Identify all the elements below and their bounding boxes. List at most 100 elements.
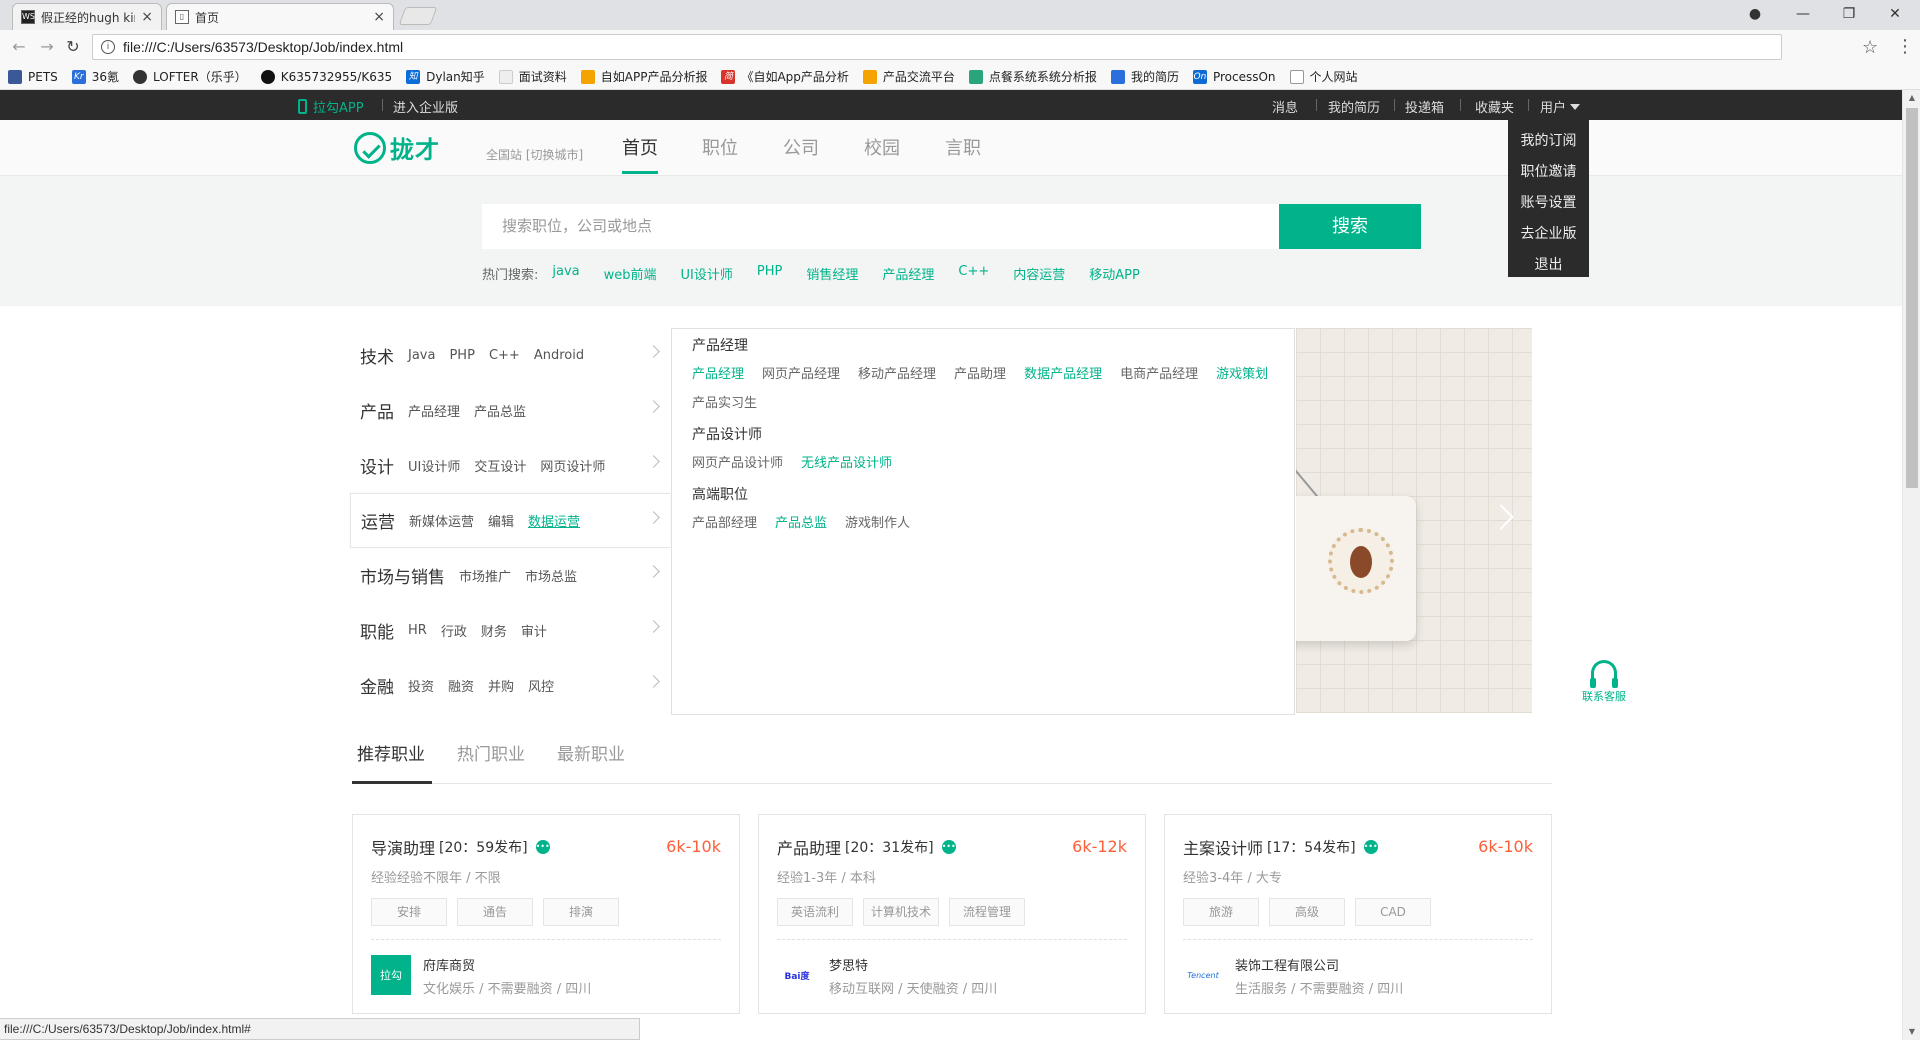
panel-link[interactable]: 产品部经理 xyxy=(692,512,757,531)
panel-link[interactable]: 移动产品经理 xyxy=(858,363,936,382)
bookmark-item[interactable]: 我的简历 xyxy=(1110,68,1179,85)
enterprise-link[interactable]: 进入企业版 xyxy=(393,97,458,116)
menu-item-account-settings[interactable]: 账号设置 xyxy=(1508,188,1589,219)
bookmark-item[interactable]: Kr 36氪 xyxy=(71,68,119,85)
search-input[interactable]: 搜索职位，公司或地点 xyxy=(482,204,1279,249)
my-resume-link[interactable]: 我的简历 xyxy=(1328,97,1380,116)
job-card[interactable]: 主案设计师 [17：54发布] ••• 6k-10k 经验3-4年 / 大专 旅… xyxy=(1164,814,1552,1014)
tab-hot[interactable]: 热门职业 xyxy=(457,740,525,765)
menu-item-invitations[interactable]: 职位邀请 xyxy=(1508,157,1589,188)
company-name[interactable]: 装饰工程有限公司 xyxy=(1235,955,1403,974)
company-logo[interactable]: Bai度 xyxy=(777,955,817,995)
category-tech[interactable]: 技术 Java PHP C++ Android xyxy=(350,328,670,383)
panel-link[interactable]: 游戏策划 xyxy=(1216,363,1268,382)
chat-icon[interactable]: ••• xyxy=(535,840,550,854)
job-card[interactable]: 产品助理 [20：31发布] ••• 6k-12k 经验1-3年 / 本科 英语… xyxy=(758,814,1146,1014)
menu-item-enterprise[interactable]: 去企业版 xyxy=(1508,219,1589,250)
panel-link[interactable]: 数据产品经理 xyxy=(1024,363,1102,382)
hot-keyword[interactable]: PHP xyxy=(757,264,782,283)
menu-item-subscriptions[interactable]: 我的订阅 xyxy=(1508,126,1589,157)
hot-keyword[interactable]: 移动APP xyxy=(1089,264,1140,283)
nav-forum[interactable]: 言职 xyxy=(945,134,981,160)
nav-companies[interactable]: 公司 xyxy=(783,134,819,160)
bookmark-item[interactable]: PETS xyxy=(8,69,58,84)
scroll-up-icon[interactable]: ▲ xyxy=(1903,90,1920,106)
site-logo[interactable]: 拢才 xyxy=(354,130,440,165)
category-finance[interactable]: 金融 投资 融资 并购 风控 xyxy=(350,658,670,713)
hot-keyword[interactable]: 产品经理 xyxy=(882,264,934,283)
category-operations[interactable]: 运营 新媒体运营 编辑 数据运营 xyxy=(350,493,670,548)
scroll-down-icon[interactable]: ▼ xyxy=(1903,1024,1920,1040)
category-functions[interactable]: 职能 HR 行政 财务 审计 xyxy=(350,603,670,658)
close-icon[interactable]: × xyxy=(373,9,385,25)
bookmark-item[interactable]: On ProcessOn xyxy=(1192,69,1276,84)
category-design[interactable]: 设计 UI设计师 交互设计 网页设计师 xyxy=(350,438,670,493)
company-name[interactable]: 梦思特 xyxy=(829,955,997,974)
banner-carousel[interactable] xyxy=(1296,328,1532,713)
messages-link[interactable]: 消息 xyxy=(1272,97,1298,116)
hot-keyword[interactable]: web前端 xyxy=(604,264,657,283)
panel-link[interactable]: 产品实习生 xyxy=(692,392,757,411)
bookmark-item[interactable]: LOFTER（乐乎） xyxy=(133,68,247,85)
tab-profile[interactable]: WS 假正经的hugh kim的个人 × xyxy=(12,3,162,30)
chat-icon[interactable]: ••• xyxy=(1363,840,1378,854)
page-scrollbar[interactable]: ▲ ▼ xyxy=(1902,90,1920,1040)
nav-home[interactable]: 首页 xyxy=(622,134,658,160)
bookmark-star-icon[interactable]: ☆ xyxy=(1862,37,1878,58)
window-close-icon[interactable]: ✕ xyxy=(1872,0,1918,28)
favorites-link[interactable]: 收藏夹 xyxy=(1475,97,1514,116)
nav-jobs[interactable]: 职位 xyxy=(702,134,738,160)
panel-link[interactable]: 产品总监 xyxy=(775,512,827,531)
bookmark-item[interactable]: 点餐系统系统分析报 xyxy=(968,68,1097,85)
search-button[interactable]: 搜索 xyxy=(1279,204,1421,249)
account-icon[interactable]: ● xyxy=(1732,0,1778,28)
menu-item-logout[interactable]: 退出 xyxy=(1508,250,1589,281)
customer-service[interactable]: 联系客服 xyxy=(1574,660,1634,704)
hot-keyword[interactable]: 内容运营 xyxy=(1013,264,1065,283)
chat-icon[interactable]: ••• xyxy=(941,840,956,854)
company-logo[interactable]: Tencent xyxy=(1183,955,1223,995)
forward-arrow-icon[interactable]: → xyxy=(36,36,58,58)
tab-latest[interactable]: 最新职业 xyxy=(557,740,625,765)
tab-recommended[interactable]: 推荐职业 xyxy=(357,740,425,765)
panel-link[interactable]: 网页产品经理 xyxy=(762,363,840,382)
panel-link[interactable]: 游戏制作人 xyxy=(845,512,910,531)
user-menu-button[interactable]: 用户 xyxy=(1540,97,1581,116)
job-title[interactable]: 导演助理 xyxy=(371,835,435,859)
job-title[interactable]: 主案设计师 xyxy=(1183,835,1263,859)
minimize-icon[interactable]: — xyxy=(1780,0,1826,28)
scroll-thumb[interactable] xyxy=(1906,108,1918,488)
hot-keyword[interactable]: java xyxy=(552,264,579,283)
category-product[interactable]: 产品 产品经理 产品总监 xyxy=(350,383,670,438)
browser-menu-icon[interactable]: ⋮ xyxy=(1896,36,1914,57)
panel-link[interactable]: 产品经理 xyxy=(692,363,744,382)
bookmark-item[interactable]: K635732955/K635 xyxy=(260,69,392,84)
tab-home[interactable]: ▯ 首页 × xyxy=(166,3,394,30)
hot-keyword[interactable]: UI设计师 xyxy=(681,264,733,283)
nav-campus[interactable]: 校园 xyxy=(864,134,900,160)
panel-link[interactable]: 电商产品经理 xyxy=(1120,363,1198,382)
reload-icon[interactable]: ↻ xyxy=(62,36,84,58)
category-marketing[interactable]: 市场与销售 市场推广 市场总监 xyxy=(350,548,670,603)
url-input[interactable]: i file:///C:/Users/63573/Desktop/Job/ind… xyxy=(92,34,1782,60)
app-download-link[interactable]: 拉勾APP xyxy=(298,97,364,116)
panel-link[interactable]: 网页产品设计师 xyxy=(692,452,783,471)
bookmark-item[interactable]: 知 Dylan知乎 xyxy=(406,68,485,85)
back-arrow-icon[interactable]: ← xyxy=(8,36,30,58)
bookmark-item[interactable]: 产品交流平台 xyxy=(862,68,955,85)
bookmark-item[interactable]: 自如APP产品分析报 xyxy=(580,68,707,85)
close-icon[interactable]: × xyxy=(141,9,153,25)
bookmark-item[interactable]: 个人网站 xyxy=(1289,68,1358,85)
new-tab-button[interactable] xyxy=(398,7,438,25)
hot-keyword[interactable]: C++ xyxy=(958,264,989,283)
job-card[interactable]: 导演助理 [20：59发布] ••• 6k-10k 经验经验不限年 / 不限 安… xyxy=(352,814,740,1014)
company-logo[interactable]: 拉勾 xyxy=(371,955,411,995)
applications-link[interactable]: 投递箱 xyxy=(1405,97,1444,116)
job-title[interactable]: 产品助理 xyxy=(777,835,841,859)
panel-link[interactable]: 产品助理 xyxy=(954,363,1006,382)
bookmark-item[interactable]: 简《自如App产品分析 xyxy=(721,68,849,85)
restore-icon[interactable]: ❐ xyxy=(1826,0,1872,28)
bookmark-item[interactable]: 面试资料 xyxy=(498,68,567,85)
panel-link[interactable]: 无线产品设计师 xyxy=(801,452,892,471)
city-switcher[interactable]: 全国站 [切换城市] xyxy=(486,146,583,163)
